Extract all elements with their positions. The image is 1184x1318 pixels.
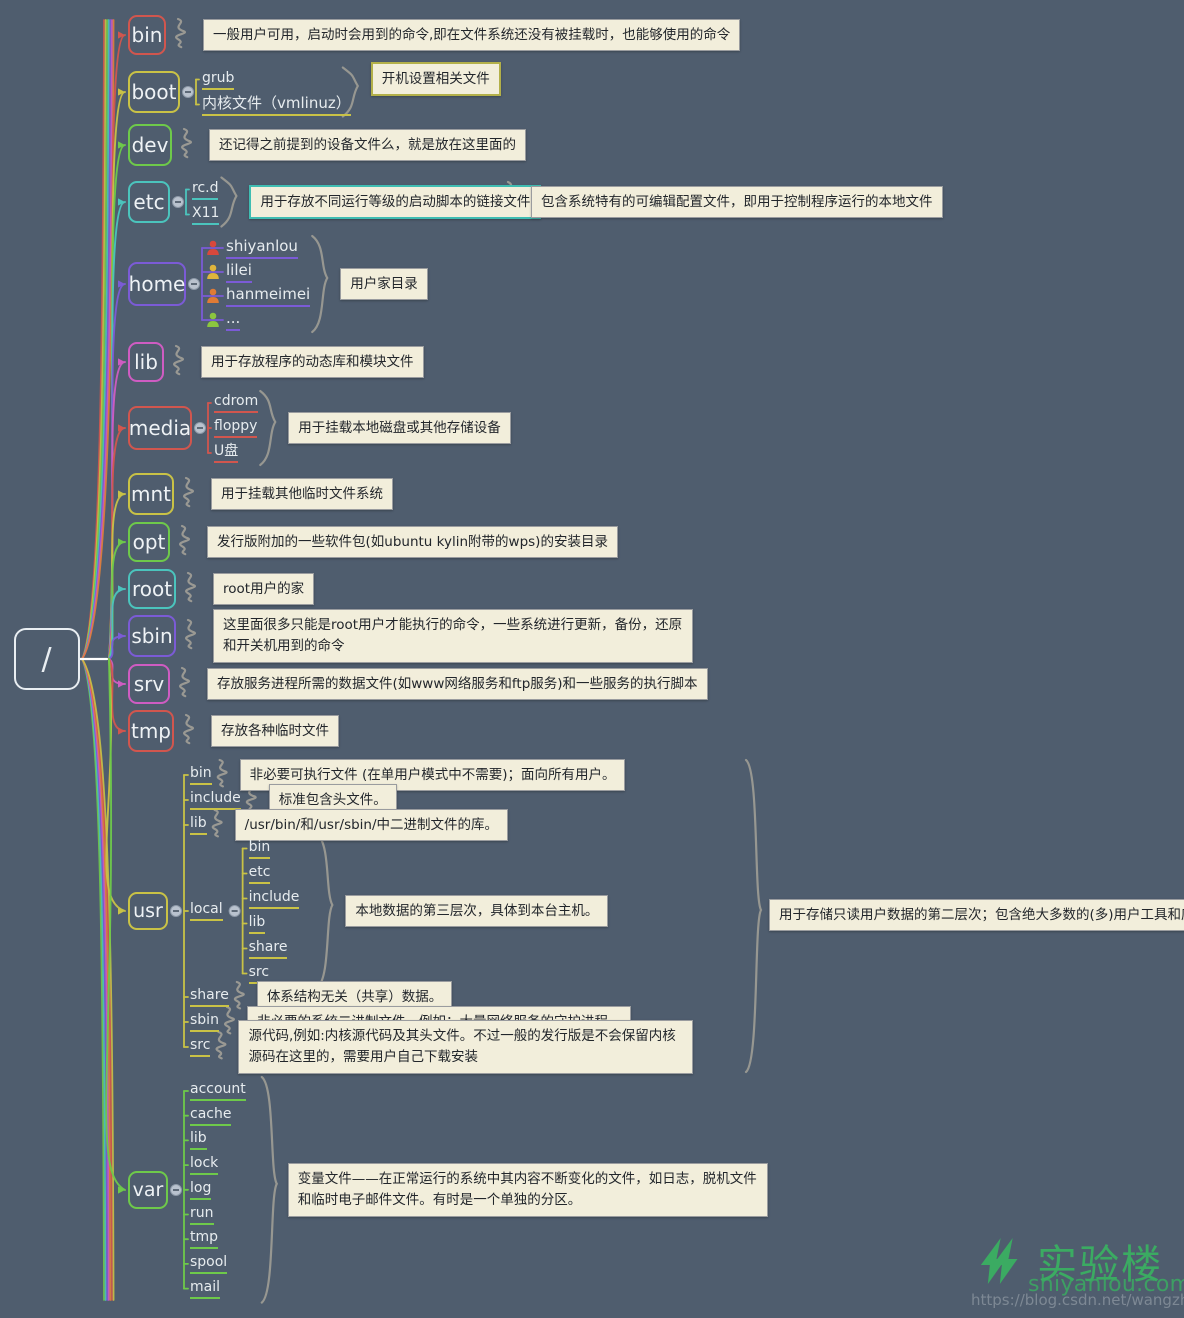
node-sbin[interactable]: sbin	[128, 615, 176, 657]
note-mnt: 用于挂载其他临时文件系统	[211, 477, 393, 511]
child-home-3[interactable]: ...	[226, 311, 241, 331]
usr-local-child-bin[interactable]: bin	[248, 840, 271, 859]
node-var[interactable]: var	[128, 1171, 168, 1209]
usr-local-child-lib[interactable]: lib	[248, 915, 266, 934]
child-home-2[interactable]: hanmeimei	[226, 287, 311, 307]
usr-local-child-etc[interactable]: etc	[248, 865, 271, 884]
child-etc-0[interactable]: rc.d	[192, 181, 219, 200]
node-dev[interactable]: dev	[128, 124, 172, 166]
var-child-run-5[interactable]: run	[190, 1206, 214, 1225]
child-home-0[interactable]: shiyanlou	[226, 239, 298, 259]
note-etc-secondary: 包含系统特有的可编辑配置文件，即用于控制程序运行的本地文件	[531, 185, 943, 219]
note-lib: 用于存放程序的动态库和模块文件	[201, 345, 424, 379]
node-tmp[interactable]: tmp	[128, 710, 174, 752]
user-icon	[207, 240, 219, 255]
var-child-spool-7[interactable]: spool	[190, 1255, 228, 1274]
note-dev: 还记得之前提到的设备文件么，就是放在这里面的	[209, 128, 526, 162]
usr-note-src-6: 源代码,例如:内核源代码及其头文件。不过一般的发行版是不会保留内核源码在这里的，…	[238, 1020, 694, 1074]
usr-child-src-6[interactable]: src	[190, 1038, 211, 1057]
usr-local-child-include[interactable]: include	[248, 890, 300, 909]
usr-child-include-1[interactable]: include	[190, 791, 241, 810]
child-media-0[interactable]: cdrom	[214, 394, 259, 413]
node-media[interactable]: media	[128, 406, 192, 450]
node-opt[interactable]: opt	[128, 522, 170, 562]
usr-child-bin-0[interactable]: bin	[190, 766, 212, 785]
var-child-lib-2[interactable]: lib	[190, 1131, 207, 1151]
note-srv: 存放服务进程所需的数据文件(如www网络服务和ftp服务)和一些服务的执行脚本	[207, 667, 708, 701]
note-opt: 发行版附加的一些软件包(如ubuntu kylin附带的wps)的安装目录	[207, 525, 618, 559]
watermark-blog-url: https://blog.csdn.net/wangzhae	[971, 1291, 1184, 1309]
note-tmp: 存放各种临时文件	[211, 714, 339, 748]
node-srv[interactable]: srv	[128, 664, 170, 704]
note-bin: 一般用户可用，启动时会用到的命令,即在文件系统还没有被挂载时，也能够使用的命令	[203, 18, 741, 52]
child-media-1[interactable]: floppy	[214, 419, 258, 438]
usr-child-sbin-5[interactable]: sbin	[190, 1013, 219, 1032]
note-home: 用户家目录	[340, 267, 428, 301]
child-etc-1[interactable]: X11	[192, 206, 220, 225]
node-mnt[interactable]: mnt	[128, 473, 174, 515]
usr-child-local-3[interactable]: local	[190, 902, 223, 921]
usr-note-local: 本地数据的第三层次，具体到本台主机。	[345, 894, 609, 928]
usr-child-lib-2[interactable]: lib	[190, 816, 207, 835]
child-home-1[interactable]: lilei	[226, 263, 252, 283]
note-sbin: 这里面很多只能是root用户才能执行的命令，一些系统进行更新，备份，还原和开关机…	[213, 609, 693, 663]
child-boot-0[interactable]: grub	[202, 71, 235, 90]
node-home[interactable]: home	[128, 262, 186, 306]
node-bin[interactable]: bin	[128, 15, 166, 55]
usr-summary-note: 用于存储只读用户数据的第二层次；包含绝大多数的(多)用户工具和应用程序	[769, 898, 1184, 932]
node-root[interactable]: root	[128, 569, 176, 609]
user-icon	[207, 312, 219, 327]
usr-local-child-share[interactable]: share	[248, 940, 288, 959]
var-child-lock-3[interactable]: lock	[190, 1156, 219, 1176]
root-node[interactable]: /	[14, 628, 80, 690]
shiyanlou-logo-icon	[980, 1238, 1018, 1284]
var-note: 变量文件——在正常运行的系统中其内容不断变化的文件，如日志，脱机文件和临时电子邮…	[287, 1163, 768, 1217]
usr-child-share-4[interactable]: share	[190, 988, 229, 1007]
usr-note-lib-2: /usr/bin/和/usr/sbin/中二进制文件的库。	[234, 808, 509, 842]
var-child-mail-8[interactable]: mail	[190, 1280, 220, 1299]
child-boot-1[interactable]: 内核文件（vmlinuz）	[202, 95, 351, 116]
child-media-2[interactable]: U盘	[214, 444, 239, 463]
node-etc[interactable]: etc	[128, 181, 170, 223]
note-boot: 开机设置相关文件	[370, 61, 501, 97]
note-root: root用户的家	[213, 572, 315, 606]
note-etc: 用于存放不同运行等级的启动脚本的链接文件	[249, 184, 542, 220]
node-boot[interactable]: boot	[128, 71, 180, 113]
var-child-tmp-6[interactable]: tmp	[190, 1230, 219, 1250]
note-media: 用于挂载本地磁盘或其他存储设备	[288, 411, 511, 445]
user-icon	[207, 264, 219, 279]
node-lib[interactable]: lib	[128, 342, 164, 382]
var-child-cache-1[interactable]: cache	[190, 1107, 232, 1126]
var-child-log-4[interactable]: log	[190, 1181, 212, 1200]
node-usr[interactable]: usr	[128, 892, 168, 930]
var-child-account-0[interactable]: account	[190, 1082, 246, 1101]
user-icon	[207, 288, 219, 303]
